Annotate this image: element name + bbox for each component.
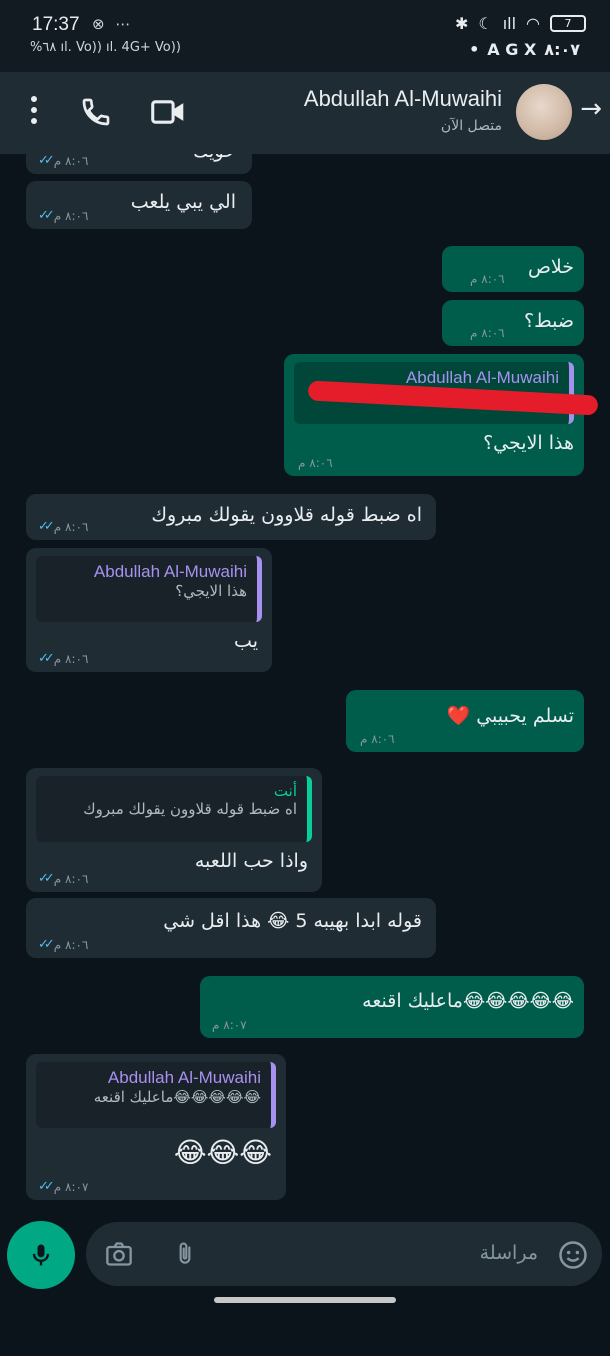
- voice-call-icon[interactable]: [80, 96, 112, 128]
- attachment-icon[interactable]: [172, 1238, 198, 1270]
- message-time: ٨:٠٦ م: [298, 456, 333, 470]
- message-time: ٨:٠٦ م: [470, 272, 505, 286]
- message-text: يب: [234, 630, 258, 652]
- message-input[interactable]: مراسلة: [86, 1222, 602, 1286]
- quoted-text: 😂😂😂😂😂ماعليك اقنعه: [93, 1088, 261, 1106]
- app-notification-icons: A G X: [487, 40, 537, 59]
- system-nav-bar: [0, 1294, 610, 1356]
- read-receipt-icon: ✓✓: [38, 519, 55, 534]
- message-time: ٨:٠٦ م: [470, 326, 505, 340]
- message-outgoing[interactable]: خلاص ٨:٠٦ م: [442, 246, 584, 292]
- quoted-sender: Abdullah Al-Muwaihi: [93, 562, 247, 581]
- message-text: هذا الايجي؟: [483, 432, 574, 454]
- wifi-icon: ◠: [526, 14, 540, 33]
- read-receipt-icon: ✓✓: [38, 1179, 55, 1194]
- read-receipt-icon: ✓✓: [38, 871, 55, 886]
- status-time: 17:37: [32, 14, 80, 35]
- signal-icon: ıll: [502, 14, 517, 33]
- message-list[interactable]: خويك ✓✓٨:٠٦ م الي يبي يلعب ✓✓٨:٠٦ م خلاص…: [0, 154, 610, 1214]
- message-time: ٨:٠٦ م: [53, 519, 89, 534]
- video-call-icon[interactable]: [150, 98, 186, 126]
- quoted-sender: Abdullah Al-Muwaihi: [107, 1068, 261, 1087]
- status-right-icons: ✱ ☾ ıll ◠ 7: [455, 14, 586, 33]
- back-arrow-icon[interactable]: →: [580, 94, 602, 124]
- message-incoming[interactable]: خويك ✓✓٨:٠٦ م: [26, 154, 252, 174]
- message-incoming-reply[interactable]: أنت اه ضبط قوله قلاوون يقولك مبروك واذا …: [26, 768, 322, 892]
- message-text: 😂😂😂😂😂ماعليك اقنعه: [362, 990, 574, 1012]
- message-text: قوله ابدا بهيبه 5 😂 هذا اقل شي: [163, 910, 422, 932]
- read-receipt-icon: ✓✓: [38, 154, 55, 168]
- contact-status: متصل الآن: [440, 118, 502, 134]
- bluetooth-icon: ✱: [454, 14, 469, 33]
- signal-info: %٦٨ ıl. Vo)) ıl. 4G+ Vo)): [30, 40, 181, 55]
- battery-icon: 7: [550, 15, 586, 32]
- message-time: ٨:٠٦ م: [53, 937, 89, 952]
- quoted-message[interactable]: أنت اه ضبط قوله قلاوون يقولك مبروك: [36, 776, 312, 842]
- message-incoming[interactable]: اه ضبط قوله قلاوون يقولك مبروك ✓✓ ٨:٠٦ م: [26, 494, 436, 540]
- message-incoming[interactable]: الي يبي يلعب ✓✓ ٨:٠٦ م: [26, 181, 252, 229]
- microphone-icon: [32, 1244, 50, 1266]
- dot-icon: •: [469, 40, 480, 59]
- quoted-sender: أنت: [273, 782, 297, 800]
- contact-avatar[interactable]: [516, 84, 572, 140]
- message-outgoing-reply[interactable]: Abdullah Al-Muwaihi هذا الايجي؟ ٨:٠٦ م: [284, 354, 599, 476]
- message-time: ٨:٠٦ م: [53, 871, 89, 886]
- message-placeholder: مراسلة: [479, 1242, 538, 1264]
- camera-icon[interactable]: [104, 1240, 134, 1268]
- message-time: ٨:٠٦ م: [360, 732, 395, 746]
- home-indicator[interactable]: [214, 1297, 396, 1303]
- status-row2-right: • A G X ٨:٠٧: [469, 40, 580, 59]
- message-incoming-reply[interactable]: Abdullah Al-Muwaihi هذا الايجي؟ يب ✓✓ ٨:٠…: [26, 548, 272, 672]
- message-text: تسلم يحبيبي ❤️: [446, 705, 575, 727]
- message-text: اه ضبط قوله قلاوون يقولك مبروك: [151, 504, 422, 526]
- message-text: واذا حب اللعبه: [194, 850, 308, 872]
- chat-header: → Abdullah Al-Muwaihi متصل الآن: [0, 72, 610, 154]
- notification-icons: ⊗ ⋯: [92, 15, 134, 33]
- quoted-message[interactable]: Abdullah Al-Muwaihi هذا الايجي؟: [36, 556, 262, 622]
- message-outgoing[interactable]: تسلم يحبيبي ❤️ ٨:٠٦ م: [346, 690, 584, 752]
- quoted-text: اه ضبط قوله قلاوون يقولك مبروك: [83, 800, 297, 818]
- status-bar: 17:37 ⊗ ⋯ %٦٨ ıl. Vo)) ıl. 4G+ Vo)) ✱ ☾ …: [0, 0, 610, 72]
- message-incoming[interactable]: قوله ابدا بهيبه 5 😂 هذا اقل شي ✓✓ ٨:٠٦ م: [26, 898, 436, 958]
- secondary-clock: ٨:٠٧: [544, 40, 580, 59]
- composer: مراسلة: [0, 1214, 610, 1294]
- message-time: ٨:٠٦ م: [53, 208, 89, 223]
- read-receipt-icon: ✓✓: [38, 937, 55, 952]
- message-outgoing[interactable]: 😂😂😂😂😂ماعليك اقنعه ٨:٠٧ م: [200, 976, 584, 1038]
- moon-icon: ☾: [478, 14, 493, 33]
- message-time: ٨:٠٦ م: [53, 154, 89, 168]
- more-options-icon[interactable]: [26, 96, 42, 130]
- emoji-icon[interactable]: [558, 1240, 588, 1270]
- quoted-message[interactable]: Abdullah Al-Muwaihi 😂😂😂😂😂ماعليك اقنعه: [36, 1062, 276, 1128]
- quoted-text: هذا الايجي؟: [175, 582, 247, 600]
- read-receipt-icon: ✓✓: [38, 208, 55, 223]
- message-text: 😂😂😂: [173, 1136, 272, 1169]
- message-time: ٨:٠٦ م: [53, 651, 89, 666]
- message-outgoing[interactable]: ضبط؟ ٨:٠٦ م: [442, 300, 584, 346]
- read-receipt-icon: ✓✓: [38, 651, 55, 666]
- contact-name[interactable]: Abdullah Al-Muwaihi: [304, 86, 502, 112]
- message-time: ٨:٠٧ م: [212, 1018, 247, 1032]
- message-incoming-reply[interactable]: Abdullah Al-Muwaihi 😂😂😂😂😂ماعليك اقنعه 😂😂…: [26, 1054, 286, 1200]
- voice-message-button[interactable]: [7, 1221, 75, 1289]
- message-time: ٨:٠٧ م: [53, 1179, 89, 1194]
